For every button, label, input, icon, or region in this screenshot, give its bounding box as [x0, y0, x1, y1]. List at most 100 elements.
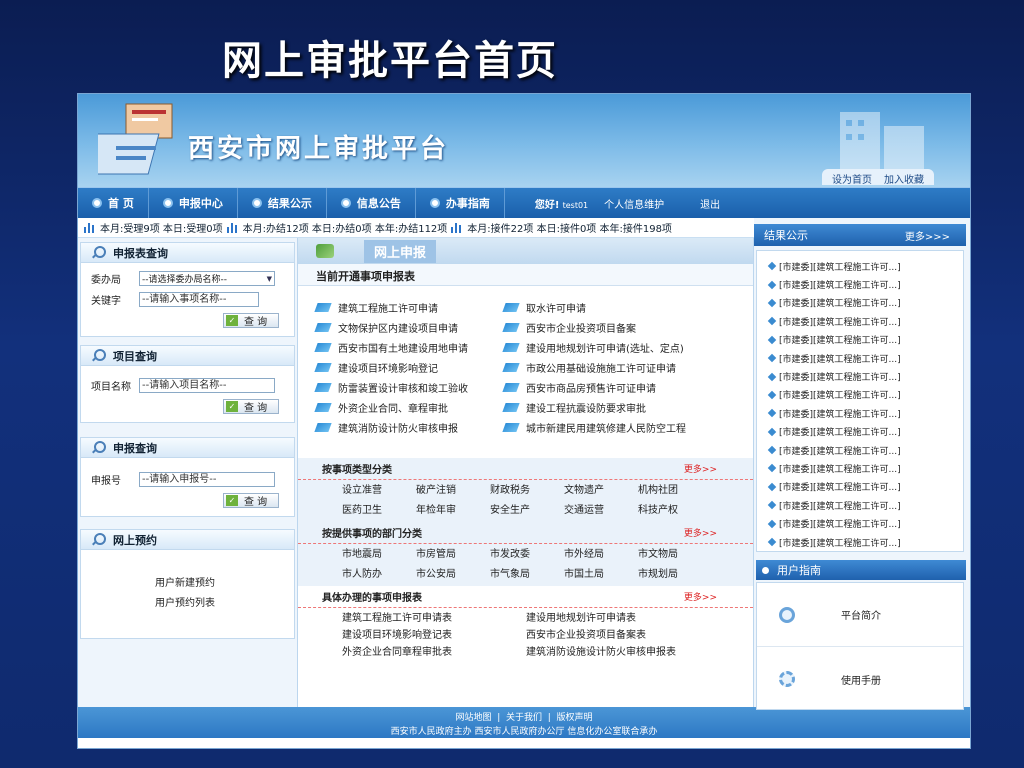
bureau-select[interactable]: --请选择委办局名称-- ▼ [139, 271, 275, 286]
dept-category-link[interactable]: 市地震局 [342, 548, 416, 562]
guide-intro-link[interactable]: 平台简介 [757, 583, 963, 647]
service-item[interactable]: 城市新建民用建筑修建人民防空工程 [502, 420, 754, 435]
type-category-link[interactable]: 设立准营 [342, 484, 416, 498]
new-reservation-link[interactable]: 用户新建预约 [155, 574, 294, 594]
project-name-input[interactable]: --请输入项目名称-- [139, 378, 275, 393]
type-category-link[interactable]: 破产注销 [416, 484, 490, 498]
dept-category-link[interactable]: 市房管局 [416, 548, 490, 562]
service-item[interactable]: 防雷装置设计审核和竣工验收 [314, 380, 504, 395]
keyword-input[interactable]: --请输入事项名称-- [139, 292, 259, 307]
form-link[interactable]: 建筑工程施工许可申请表 [342, 612, 526, 626]
nav-application-center[interactable]: 申报中心 [149, 188, 238, 218]
type-more-link[interactable]: 更多>> [684, 462, 717, 475]
result-item[interactable]: [市建委][建筑工程施工许可...] [767, 514, 963, 532]
service-item[interactable]: 文物保护区内建设项目申请 [314, 320, 504, 335]
result-item[interactable]: [市建委][建筑工程施工许可...] [767, 423, 963, 441]
type-category-link[interactable]: 医药卫生 [342, 504, 416, 518]
type-category-link[interactable]: 文物遗产 [564, 484, 638, 498]
bureau-label: 委办局 [91, 275, 121, 286]
sitemap-link[interactable]: 网站地图 [455, 713, 491, 723]
results-list: [市建委][建筑工程施工许可...] [市建委][建筑工程施工许可...] [市建委… [756, 250, 964, 552]
dept-category-link[interactable]: 市规划局 [638, 568, 712, 582]
service-item[interactable]: 建筑工程施工许可申请 [314, 300, 504, 315]
dept-more-link[interactable]: 更多>> [684, 526, 717, 539]
result-item[interactable]: [市建委][建筑工程施工许可...] [767, 441, 963, 459]
add-favorite-link[interactable]: 加入收藏 [884, 171, 924, 186]
profile-link[interactable]: 个人信息维护 [604, 196, 664, 211]
form-query-button[interactable]: ✓ 查 询 [223, 313, 279, 328]
form-link[interactable]: 建设用地规划许可申请表 [526, 612, 726, 626]
form-link[interactable]: 建筑消防设施设计防火审核申报表 [526, 646, 726, 660]
diamond-icon [502, 422, 520, 432]
result-item[interactable]: [市建委][建筑工程施工许可...] [767, 331, 963, 349]
nav-announcements[interactable]: 信息公告 [327, 188, 416, 218]
service-item[interactable]: 建筑消防设计防火审核申报 [314, 420, 504, 435]
project-name-label: 项目名称 [91, 382, 131, 393]
report-number-input[interactable]: --请输入申报号-- [139, 472, 275, 487]
form-link[interactable]: 外资企业合同章程审批表 [342, 646, 526, 660]
report-query-button[interactable]: ✓ 查 询 [223, 493, 279, 508]
result-item[interactable]: [市建委][建筑工程施工许可...] [767, 478, 963, 496]
result-item[interactable]: [市建委][建筑工程施工许可...] [767, 349, 963, 367]
type-category-link[interactable]: 年检年审 [416, 504, 490, 518]
service-item[interactable]: 西安市企业投资项目备案 [502, 320, 754, 335]
dept-category-link[interactable]: 市公安局 [416, 568, 490, 582]
copyright-link[interactable]: 版权声明 [556, 713, 592, 723]
service-item[interactable]: 西安市商品房预售许可证申请 [502, 380, 754, 395]
form-link[interactable]: 建设项目环境影响登记表 [342, 629, 526, 643]
dept-category-link[interactable]: 市发改委 [490, 548, 564, 562]
service-item[interactable]: 取水许可申请 [502, 300, 754, 315]
result-item[interactable]: [市建委][建筑工程施工许可...] [767, 275, 963, 293]
result-item[interactable]: [市建委][建筑工程施工许可...] [767, 367, 963, 385]
service-list: 建筑工程施工许可申请 取水许可申请文物保护区内建设项目申请 西安市企业投资项目备案西… [298, 286, 754, 435]
gear-icon [779, 671, 795, 687]
guide-header: 用户指南 [756, 560, 966, 580]
guide-manual-link[interactable]: 使用手册 [757, 647, 963, 711]
report-query-panel: 申报查询 申报号 --请输入申报号-- ✓ 查 询 [80, 437, 295, 517]
dept-category-link[interactable]: 市人防办 [342, 568, 416, 582]
nav-results[interactable]: 结果公示 [238, 188, 327, 218]
type-category-link[interactable]: 机构社团 [638, 484, 712, 498]
body-wrap: 本月:受理9项 本日:受理0项 本月:办结12项 本日:办结0项 本年:办结11… [78, 218, 970, 710]
service-label: 西安市国有土地建设用地申请 [338, 343, 468, 355]
type-category-link[interactable]: 财政税务 [490, 484, 564, 498]
nav-guide[interactable]: 办事指南 [416, 188, 505, 218]
about-link[interactable]: 关于我们 [506, 713, 542, 723]
result-item[interactable]: [市建委][建筑工程施工许可...] [767, 312, 963, 330]
nav-bullet-icon [92, 198, 102, 208]
service-item[interactable]: 市政公用基础设施施工许可证申请 [502, 360, 754, 375]
diamond-icon [314, 422, 332, 432]
set-homepage-link[interactable]: 设为首页 [832, 171, 872, 186]
logout-link[interactable]: 退出 [700, 196, 720, 211]
form-link[interactable]: 西安市企业投资项目备案表 [526, 629, 726, 643]
result-item[interactable]: [市建委][建筑工程施工许可...] [767, 404, 963, 422]
project-query-button[interactable]: ✓ 查 询 [223, 399, 279, 414]
result-item[interactable]: [市建委][建筑工程施工许可...] [767, 496, 963, 514]
results-title: 结果公示 [764, 229, 808, 242]
results-more-link[interactable]: 更多>>> [905, 228, 950, 243]
result-item[interactable]: [市建委][建筑工程施工许可...] [767, 257, 963, 275]
nav-home[interactable]: 首 页 [78, 188, 149, 218]
service-item[interactable]: 西安市国有土地建设用地申请 [314, 340, 504, 355]
forms-more-link[interactable]: 更多>> [684, 590, 717, 603]
nav-bullet-icon [429, 198, 440, 208]
result-item[interactable]: [市建委][建筑工程施工许可...] [767, 294, 963, 312]
dept-category-link[interactable]: 市气象局 [490, 568, 564, 582]
service-label: 西安市企业投资项目备案 [526, 323, 636, 335]
service-item[interactable]: 外资企业合同、章程审批 [314, 400, 504, 415]
nav-bullet-icon [340, 198, 351, 208]
service-item[interactable]: 建设工程抗震设防要求审批 [502, 400, 754, 415]
dept-category-link[interactable]: 市文物局 [638, 548, 712, 562]
reservation-list-link[interactable]: 用户预约列表 [155, 594, 294, 614]
type-category-link[interactable]: 交通运营 [564, 504, 638, 518]
type-category-link[interactable]: 科技产权 [638, 504, 712, 518]
result-item[interactable]: [市建委][建筑工程施工许可...] [767, 459, 963, 477]
result-item[interactable]: [市建委][建筑工程施工许可...] [767, 386, 963, 404]
dept-category-link[interactable]: 市外经局 [564, 548, 638, 562]
service-item[interactable]: 建设用地规划许可申请(选址、定点) [502, 340, 754, 355]
result-item[interactable]: [市建委][建筑工程施工许可...] [767, 533, 963, 551]
type-category-link[interactable]: 安全生产 [490, 504, 564, 518]
service-item[interactable]: 建设项目环境影响登记 [314, 360, 504, 375]
bullet-icon [767, 372, 777, 381]
dept-category-link[interactable]: 市国土局 [564, 568, 638, 582]
